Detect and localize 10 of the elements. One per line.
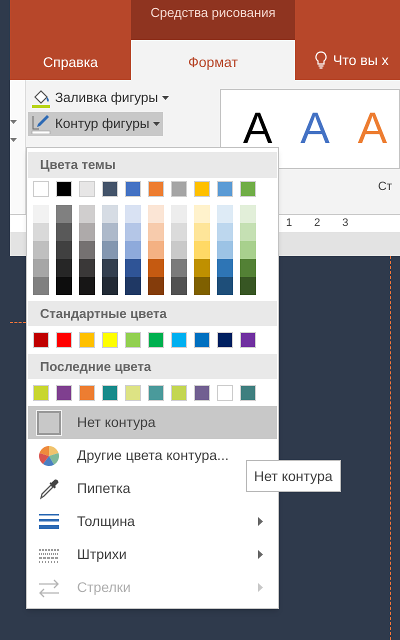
section-header: Цвета темы	[28, 152, 277, 178]
section-header: Последние цвета	[28, 354, 277, 379]
tooltip: Нет контура	[246, 460, 341, 492]
section-header: Стандартные цвета	[28, 301, 277, 326]
ruler-number: 3	[342, 216, 348, 232]
group-label: Ст	[378, 178, 392, 195]
ruler-number: 1	[286, 216, 292, 232]
tell-me-text: Что вы х	[333, 50, 389, 70]
context-tab-title: Средства рисования	[131, 0, 295, 40]
ruler-number: 2	[314, 216, 320, 232]
